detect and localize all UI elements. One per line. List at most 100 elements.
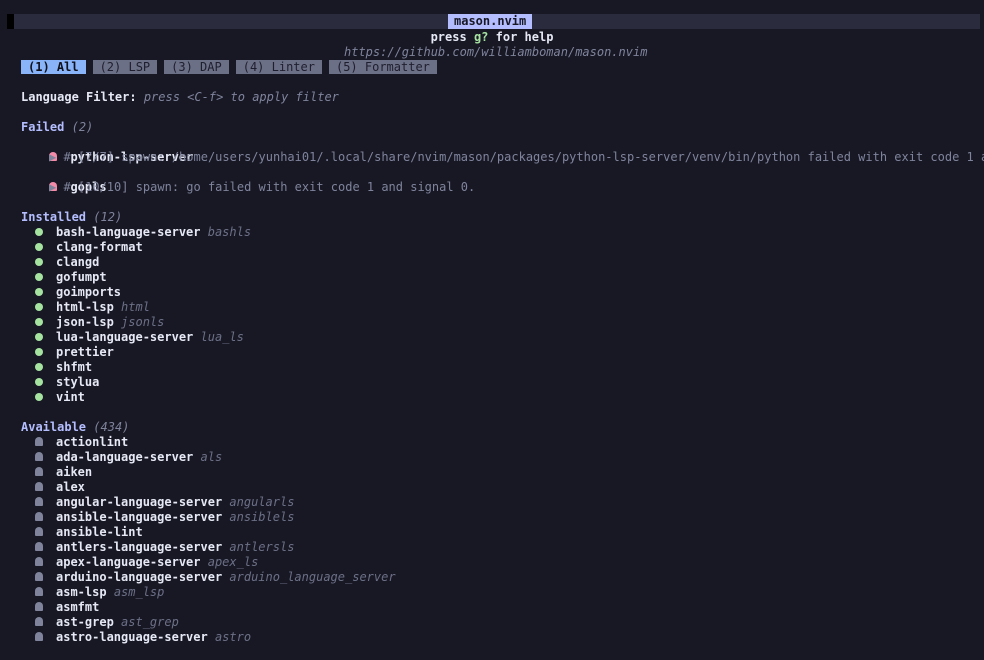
package-row-available[interactable]: antlers-language-server antlersls — [35, 540, 294, 555]
package-alias: angularls — [229, 495, 295, 509]
package-row-available[interactable]: ansible-language-server ansiblels — [35, 510, 294, 525]
package-name: alex — [56, 480, 85, 494]
installed-check-icon — [35, 377, 43, 386]
repo-url[interactable]: https://github.com/williamboman/mason.nv… — [344, 45, 647, 60]
section-installed-header: Installed (12) — [21, 210, 122, 225]
package-row-installed[interactable]: lua-language-server lua_ls — [35, 330, 244, 345]
package-row-available[interactable]: asm-lsp asm_lsp — [35, 585, 164, 600]
ghost-icon — [35, 496, 43, 506]
package-row-installed[interactable]: goimports — [35, 285, 121, 300]
installed-check-icon — [35, 362, 43, 371]
package-row-failed[interactable]: python-lsp-server — [35, 135, 193, 164]
tab-linter[interactable]: (4) Linter — [235, 60, 322, 74]
package-alias: html — [121, 300, 150, 314]
package-row-installed[interactable]: json-lsp jsonls — [35, 315, 164, 330]
package-name: lua-language-server — [56, 330, 194, 344]
installed-check-icon — [35, 227, 43, 236]
ghost-icon — [35, 436, 43, 446]
failure-log[interactable]: ▶ # [10/10] spawn: go failed with exit c… — [49, 180, 475, 195]
ghost-icon — [35, 571, 43, 581]
cursor — [7, 14, 14, 29]
installed-check-icon — [35, 347, 43, 356]
package-name: goimports — [56, 285, 122, 299]
package-alias: bashls — [207, 225, 252, 239]
package-row-available[interactable]: alex — [35, 480, 85, 495]
section-count: (434) — [93, 420, 130, 434]
package-name: asm-lsp — [56, 585, 107, 599]
package-name: aiken — [56, 465, 93, 479]
section-failed-header: Failed (2) — [21, 120, 93, 135]
expand-arrow-icon[interactable]: ▶ — [49, 180, 63, 194]
section-title: Installed — [21, 210, 87, 224]
package-row-installed[interactable]: gofumpt — [35, 270, 107, 285]
ghost-icon — [35, 466, 43, 476]
log-text: # [7/7] spawn: /home/users/yunhai01/.loc… — [63, 150, 984, 164]
filter-label: Language Filter: — [21, 90, 137, 104]
package-row-installed[interactable]: vint — [35, 390, 85, 405]
package-name: actionlint — [56, 435, 129, 449]
package-name: ada-language-server — [56, 450, 194, 464]
window-title: mason.nvim — [448, 14, 533, 29]
package-row-available[interactable]: astro-language-server astro — [35, 630, 251, 645]
package-name: bash-language-server — [56, 225, 201, 239]
package-row-installed[interactable]: clang-format — [35, 240, 143, 255]
ghost-icon — [35, 586, 43, 596]
package-row-failed[interactable]: gopls — [35, 165, 107, 194]
package-name: clang-format — [56, 240, 143, 254]
tab-formatter[interactable]: (5) Formatter — [328, 60, 437, 74]
package-alias: ansiblels — [229, 510, 295, 524]
package-row-installed[interactable]: html-lsp html — [35, 300, 150, 315]
package-name: angular-language-server — [56, 495, 223, 509]
package-alias: asm_lsp — [113, 585, 165, 599]
package-row-installed[interactable]: stylua — [35, 375, 99, 390]
package-row-installed[interactable]: bash-language-server bashls — [35, 225, 251, 240]
package-alias: apex_ls — [207, 555, 259, 569]
package-name: astro-language-server — [56, 630, 208, 644]
package-row-available[interactable]: asmfmt — [35, 600, 99, 615]
package-row-available[interactable]: ast-grep ast_grep — [35, 615, 179, 630]
help-suffix: for help — [488, 30, 554, 44]
language-filter[interactable]: Language Filter: press <C-f> to apply fi… — [21, 90, 339, 105]
package-row-available[interactable]: ansible-lint — [35, 525, 143, 540]
tab-bar: (1) All (2) LSP (3) DAP (4) Linter (5) F… — [21, 60, 437, 74]
tab-lsp[interactable]: (2) LSP — [92, 60, 158, 74]
package-name: antlers-language-server — [56, 540, 223, 554]
help-hint: press g? for help — [0, 30, 984, 45]
ghost-icon — [35, 451, 43, 461]
package-row-available[interactable]: angular-language-server angularls — [35, 495, 294, 510]
ghost-icon — [35, 481, 43, 491]
package-alias: lua_ls — [200, 330, 244, 344]
package-row-available[interactable]: ada-language-server als — [35, 450, 222, 465]
failure-log[interactable]: ▶ # [7/7] spawn: /home/users/yunhai01/.l… — [49, 150, 984, 165]
ghost-icon — [35, 601, 43, 611]
log-text: # [10/10] spawn: go failed with exit cod… — [63, 180, 476, 194]
section-title: Available — [21, 420, 87, 434]
help-key[interactable]: g? — [474, 30, 488, 44]
help-prefix: press — [430, 30, 474, 44]
package-name: gofumpt — [56, 270, 107, 284]
package-row-available[interactable]: arduino-language-server arduino_language… — [35, 570, 396, 585]
tab-all[interactable]: (1) All — [21, 60, 86, 74]
package-alias: antlersls — [229, 540, 295, 554]
package-name: asmfmt — [56, 600, 100, 614]
package-row-installed[interactable]: prettier — [35, 345, 114, 360]
tab-dap[interactable]: (3) DAP — [164, 60, 229, 74]
package-row-available[interactable]: actionlint — [35, 435, 128, 450]
installed-check-icon — [35, 302, 43, 311]
package-alias: arduino_language_server — [229, 570, 396, 584]
package-row-installed[interactable]: shfmt — [35, 360, 92, 375]
section-title: Failed — [21, 120, 65, 134]
ghost-icon — [35, 541, 43, 551]
installed-check-icon — [35, 317, 43, 326]
expand-arrow-icon[interactable]: ▶ — [49, 150, 63, 164]
package-row-installed[interactable]: clangd — [35, 255, 99, 270]
ghost-icon — [35, 511, 43, 521]
package-name: apex-language-server — [56, 555, 201, 569]
package-name: stylua — [56, 375, 100, 389]
package-row-available[interactable]: aiken — [35, 465, 92, 480]
installed-check-icon — [35, 242, 43, 251]
package-alias: als — [200, 450, 223, 464]
package-row-available[interactable]: apex-language-server apex_ls — [35, 555, 258, 570]
package-name: ansible-lint — [56, 525, 143, 539]
ghost-icon — [35, 526, 43, 536]
